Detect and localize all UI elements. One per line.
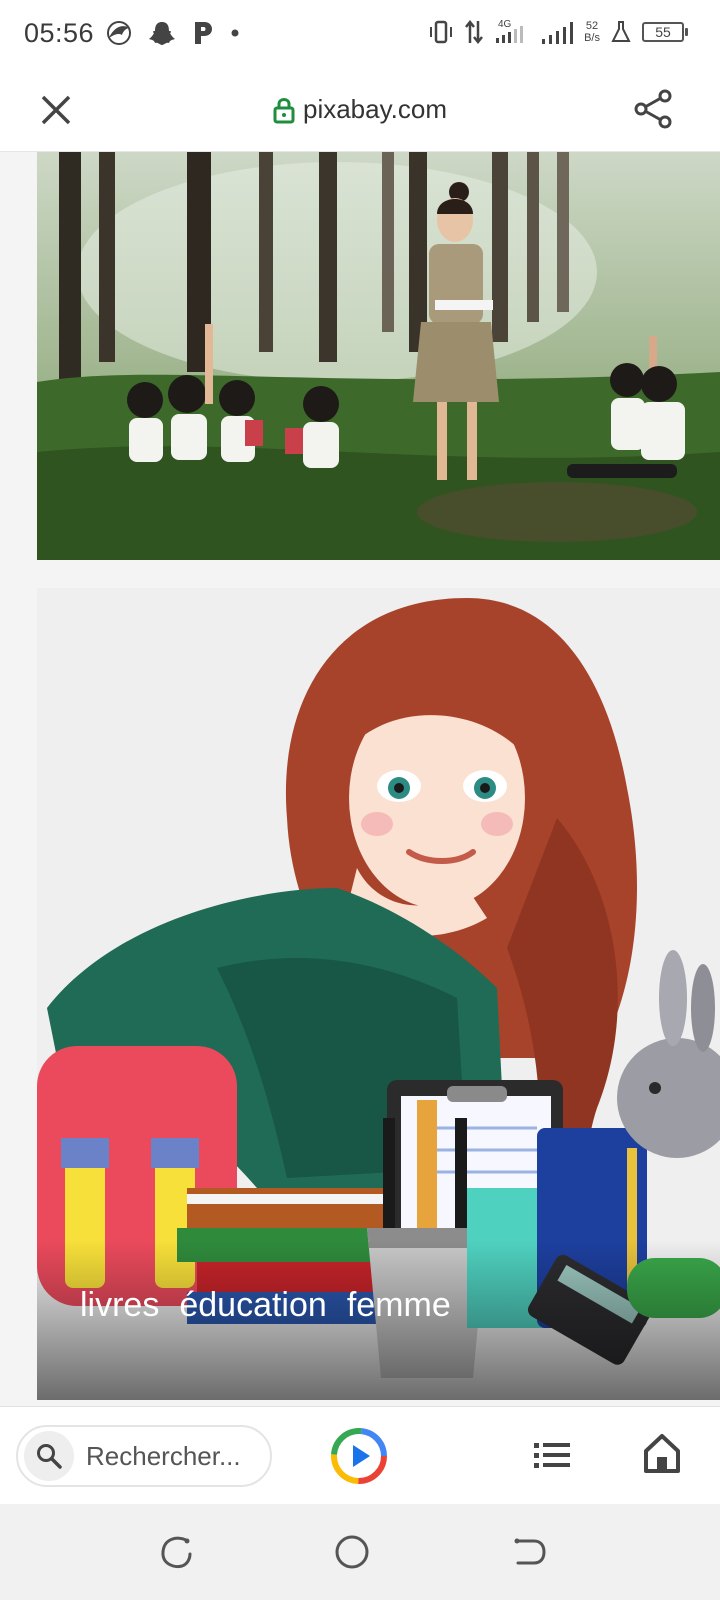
image-tags-caption: livres éducation femme bbox=[80, 1286, 451, 1325]
browser-screen: 05:56 4G 52 B/s 55 pixabay.com livres éd… bbox=[0, 0, 720, 1600]
bottom-toolbar: Rechercher... bbox=[0, 1406, 720, 1504]
signal-4g-icon: 4G bbox=[496, 19, 524, 43]
play-icon-button[interactable] bbox=[330, 1427, 388, 1485]
network-type-label: 4G bbox=[498, 19, 512, 30]
battery-level: 55 bbox=[655, 24, 671, 40]
search-input[interactable]: Rechercher... bbox=[16, 1425, 272, 1487]
menu-list-icon[interactable] bbox=[532, 1437, 572, 1473]
education-illustration[interactable] bbox=[37, 588, 720, 1400]
system-navigation-bar bbox=[0, 1504, 720, 1600]
search-icon-container bbox=[24, 1431, 74, 1481]
snapchat-icon bbox=[149, 22, 175, 45]
back-nav-icon[interactable] bbox=[508, 1532, 548, 1572]
search-icon bbox=[37, 1444, 62, 1469]
tag-femme[interactable]: femme bbox=[347, 1286, 451, 1325]
secure-lock-icon bbox=[273, 97, 295, 123]
network-speed-unit: B/s bbox=[584, 32, 600, 44]
flask-icon bbox=[611, 21, 631, 42]
p-app-icon bbox=[195, 22, 212, 44]
search-placeholder: Rechercher... bbox=[86, 1440, 241, 1471]
forest-classroom-photo[interactable] bbox=[37, 152, 720, 560]
url-text: pixabay.com bbox=[302, 94, 448, 124]
custom-tab-toolbar: pixabay.com bbox=[0, 72, 720, 152]
url-display[interactable]: pixabay.com bbox=[0, 94, 720, 125]
share-button[interactable] bbox=[632, 88, 674, 130]
battery-indicator: 55 bbox=[642, 22, 688, 42]
notification-icons bbox=[106, 20, 240, 46]
status-time: 05:56 bbox=[24, 18, 95, 48]
tag-livres[interactable]: livres bbox=[80, 1286, 159, 1325]
bird-app-icon bbox=[107, 21, 131, 45]
system-status-icons: 4G 52 B/s 55 bbox=[428, 18, 688, 46]
home-nav-icon[interactable] bbox=[332, 1532, 372, 1572]
data-transfer-icon bbox=[465, 19, 484, 45]
more-notifications-dot-icon bbox=[231, 29, 239, 37]
recent-apps-icon[interactable] bbox=[156, 1532, 196, 1572]
vibrate-icon bbox=[430, 20, 453, 44]
status-bar: 05:56 4G 52 B/s 55 bbox=[0, 0, 720, 72]
tag-education[interactable]: éducation bbox=[179, 1286, 326, 1325]
forest-classroom-image bbox=[37, 152, 720, 560]
network-speed-value: 52 bbox=[585, 20, 599, 32]
home-icon[interactable] bbox=[642, 1431, 682, 1475]
signal-bars-icon bbox=[542, 22, 574, 44]
network-speed: 52 B/s bbox=[584, 20, 600, 44]
image-results-feed: livres éducation femme bbox=[0, 152, 720, 1406]
